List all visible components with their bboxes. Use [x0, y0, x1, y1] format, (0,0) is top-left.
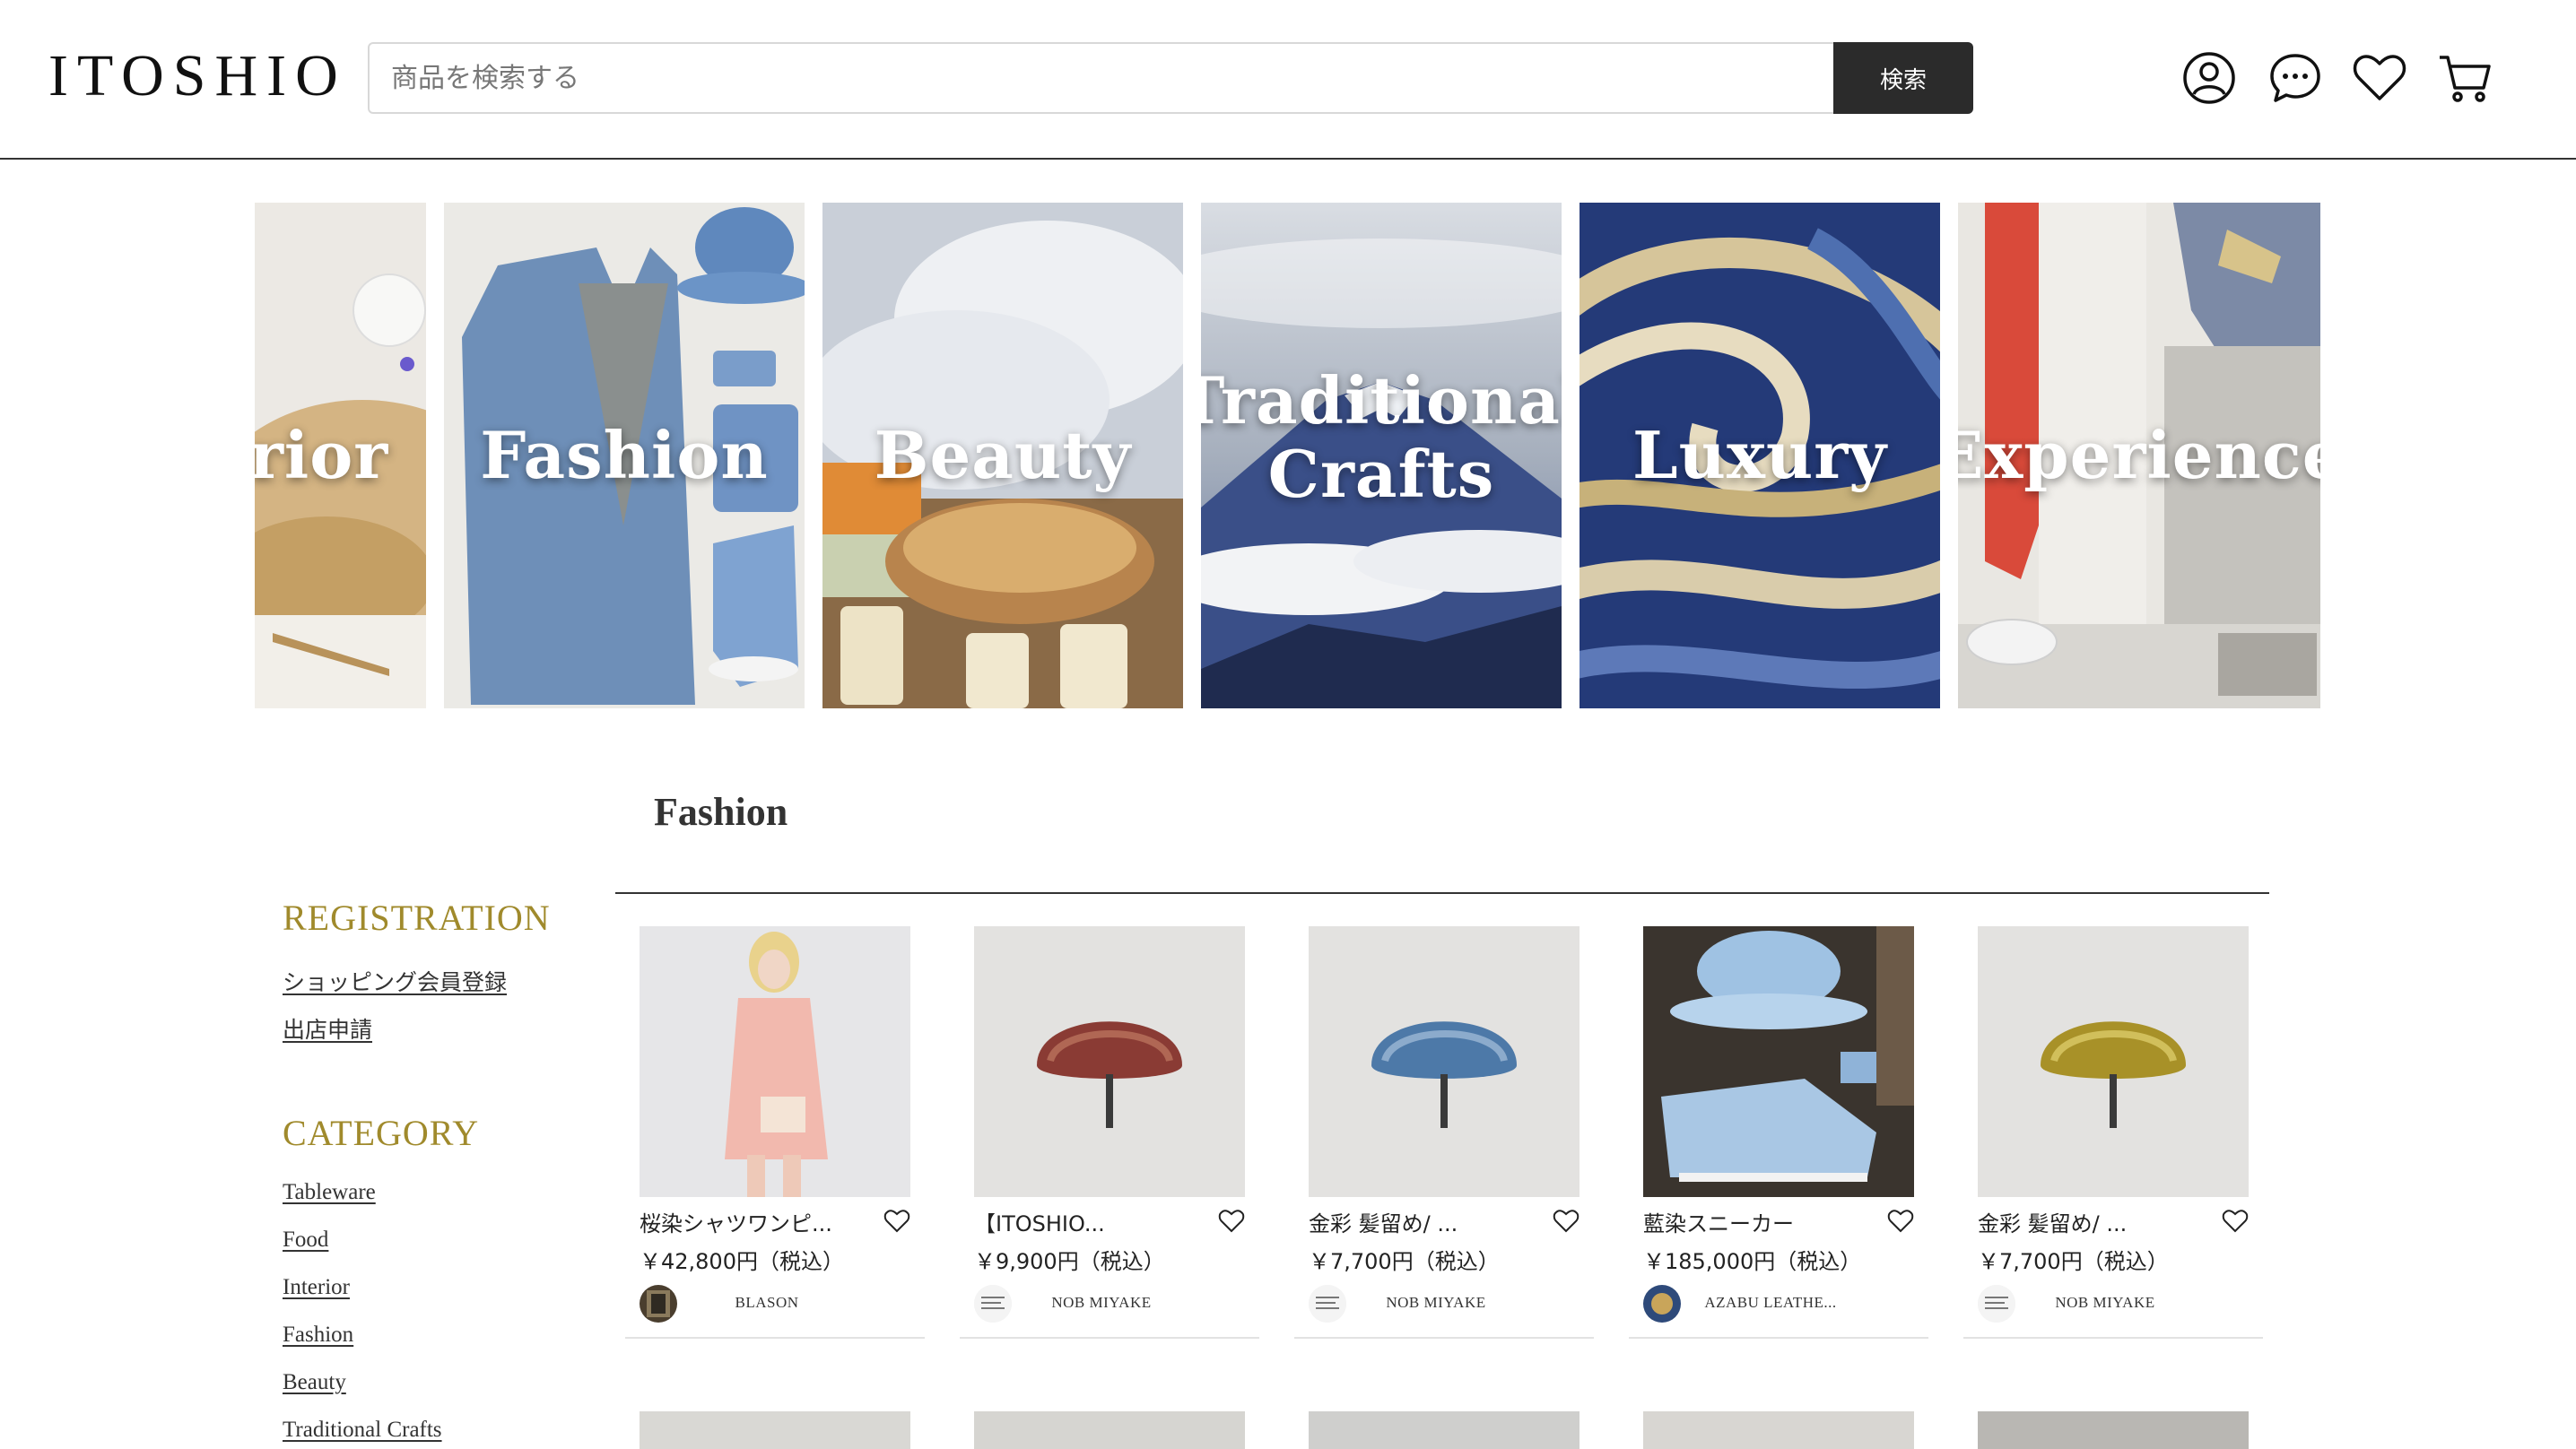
product-price: ￥7,700円（税込） — [1309, 1249, 1500, 1274]
category-label: Experience — [1958, 417, 2320, 493]
product-image[interactable] — [640, 1411, 910, 1449]
category-link-traditional-crafts[interactable]: Traditional Crafts — [283, 1418, 442, 1443]
site-header: ITOSHIO 検索 — [0, 0, 2576, 160]
product-image[interactable] — [974, 926, 1245, 1197]
card-divider — [1629, 1337, 1928, 1339]
category-heading: CATEGORY — [283, 1113, 480, 1153]
search-box — [368, 42, 1835, 114]
section-divider — [615, 892, 2269, 894]
shop-name[interactable]: NOB MIYAKE — [1012, 1294, 1191, 1312]
category-card-traditional-crafts[interactable]: TraditionalCrafts — [1201, 203, 1562, 708]
shop-name[interactable]: AZABU LEATHE... — [1681, 1294, 1860, 1312]
product-name[interactable]: 桜染シャツワンピ... — [640, 1206, 864, 1237]
product-image[interactable] — [1309, 926, 1580, 1197]
favorite-heart-icon[interactable] — [1553, 1208, 1580, 1235]
category-card-experience[interactable]: Experience — [1958, 203, 2320, 708]
product-price: ￥185,000円（税込） — [1643, 1249, 1862, 1274]
category-link-tableware[interactable]: Tableware — [283, 1180, 376, 1205]
shop-avatar[interactable] — [974, 1285, 1012, 1323]
category-label: TraditionalCrafts — [1201, 362, 1562, 512]
shop-name[interactable]: NOB MIYAKE — [1346, 1294, 1526, 1312]
section-title: Fashion — [654, 790, 788, 834]
product-image[interactable] — [1643, 1411, 1914, 1449]
category-label: rior — [255, 417, 389, 493]
product-image[interactable] — [640, 926, 910, 1197]
product-card[interactable]: 桜染シャツワンピ... ￥42,800円（税込） BLASON — [625, 926, 925, 1339]
cart-icon[interactable] — [2433, 47, 2496, 109]
favorite-heart-icon[interactable] — [1218, 1208, 1245, 1235]
product-card[interactable]: 藍染スニーカー ￥185,000円（税込） AZABU LEATHE... — [1629, 926, 1928, 1339]
product-image[interactable] — [1309, 1411, 1580, 1449]
category-label: Fashion — [480, 417, 769, 493]
product-price: ￥9,900円（税込） — [974, 1249, 1165, 1274]
heart-icon[interactable] — [2348, 47, 2411, 109]
category-link-beauty[interactable]: Beauty — [283, 1370, 346, 1395]
site-logo[interactable]: ITOSHIO — [48, 47, 347, 106]
store-application-link[interactable]: 出店申請 — [283, 1012, 372, 1045]
product-card[interactable]: 金彩 髪留め/ ... ￥7,700円（税込） NOB MIYAKE — [1963, 926, 2263, 1339]
product-image[interactable] — [1978, 926, 2249, 1197]
shop-avatar[interactable] — [640, 1285, 677, 1323]
product-price: ￥7,700円（税込） — [1978, 1249, 2169, 1274]
favorite-heart-icon[interactable] — [2222, 1208, 2249, 1235]
product-card[interactable]: 金彩 髪留め/ ... ￥7,700円（税込） NOB MIYAKE — [1294, 926, 1594, 1339]
shop-avatar[interactable] — [1643, 1285, 1681, 1323]
product-image[interactable] — [1643, 926, 1914, 1197]
product-card[interactable]: 【ITOSHIO... ￥9,900円（税込） NOB MIYAKE — [960, 926, 1259, 1339]
product-image[interactable] — [974, 1411, 1245, 1449]
favorite-heart-icon[interactable] — [1887, 1208, 1914, 1235]
category-link-food[interactable]: Food — [283, 1228, 328, 1253]
registration-heading: REGISTRATION — [283, 898, 551, 938]
card-divider — [960, 1337, 1259, 1339]
product-name[interactable]: 藍染スニーカー — [1643, 1206, 1867, 1237]
favorite-heart-icon[interactable] — [883, 1208, 910, 1235]
product-name[interactable]: 金彩 髪留め/ ... — [1309, 1206, 1533, 1237]
category-label: Beauty — [874, 417, 1132, 493]
product-name[interactable]: 【ITOSHIO... — [974, 1206, 1198, 1237]
category-link-interior[interactable]: Interior — [283, 1275, 350, 1300]
shopping-member-registration-link[interactable]: ショッピング会員登録 — [283, 965, 507, 997]
search-button[interactable]: 検索 — [1833, 42, 1973, 114]
category-label: Luxury — [1632, 417, 1887, 493]
category-card-interior[interactable]: rior — [255, 203, 426, 708]
card-divider — [1963, 1337, 2263, 1339]
shop-name[interactable]: NOB MIYAKE — [2015, 1294, 2195, 1312]
category-card-fashion[interactable]: Fashion — [444, 203, 805, 708]
shop-name[interactable]: BLASON — [677, 1294, 857, 1312]
search-input[interactable] — [370, 44, 1833, 112]
chat-icon[interactable] — [2264, 47, 2327, 109]
card-divider — [1294, 1337, 1594, 1339]
product-price: ￥42,800円（税込） — [640, 1249, 844, 1274]
category-card-luxury[interactable]: Luxury — [1580, 203, 1940, 708]
category-carousel: rior Fashion Beauty raditiona Crafts Lux… — [255, 203, 2320, 708]
shop-avatar[interactable] — [1978, 1285, 2015, 1323]
product-image[interactable] — [1978, 1411, 2249, 1449]
account-icon[interactable] — [2178, 47, 2241, 109]
shop-avatar[interactable] — [1309, 1285, 1346, 1323]
category-card-beauty[interactable]: Beauty — [822, 203, 1183, 708]
card-divider — [625, 1337, 925, 1339]
product-name[interactable]: 金彩 髪留め/ ... — [1978, 1206, 2202, 1237]
category-link-fashion[interactable]: Fashion — [283, 1323, 353, 1348]
